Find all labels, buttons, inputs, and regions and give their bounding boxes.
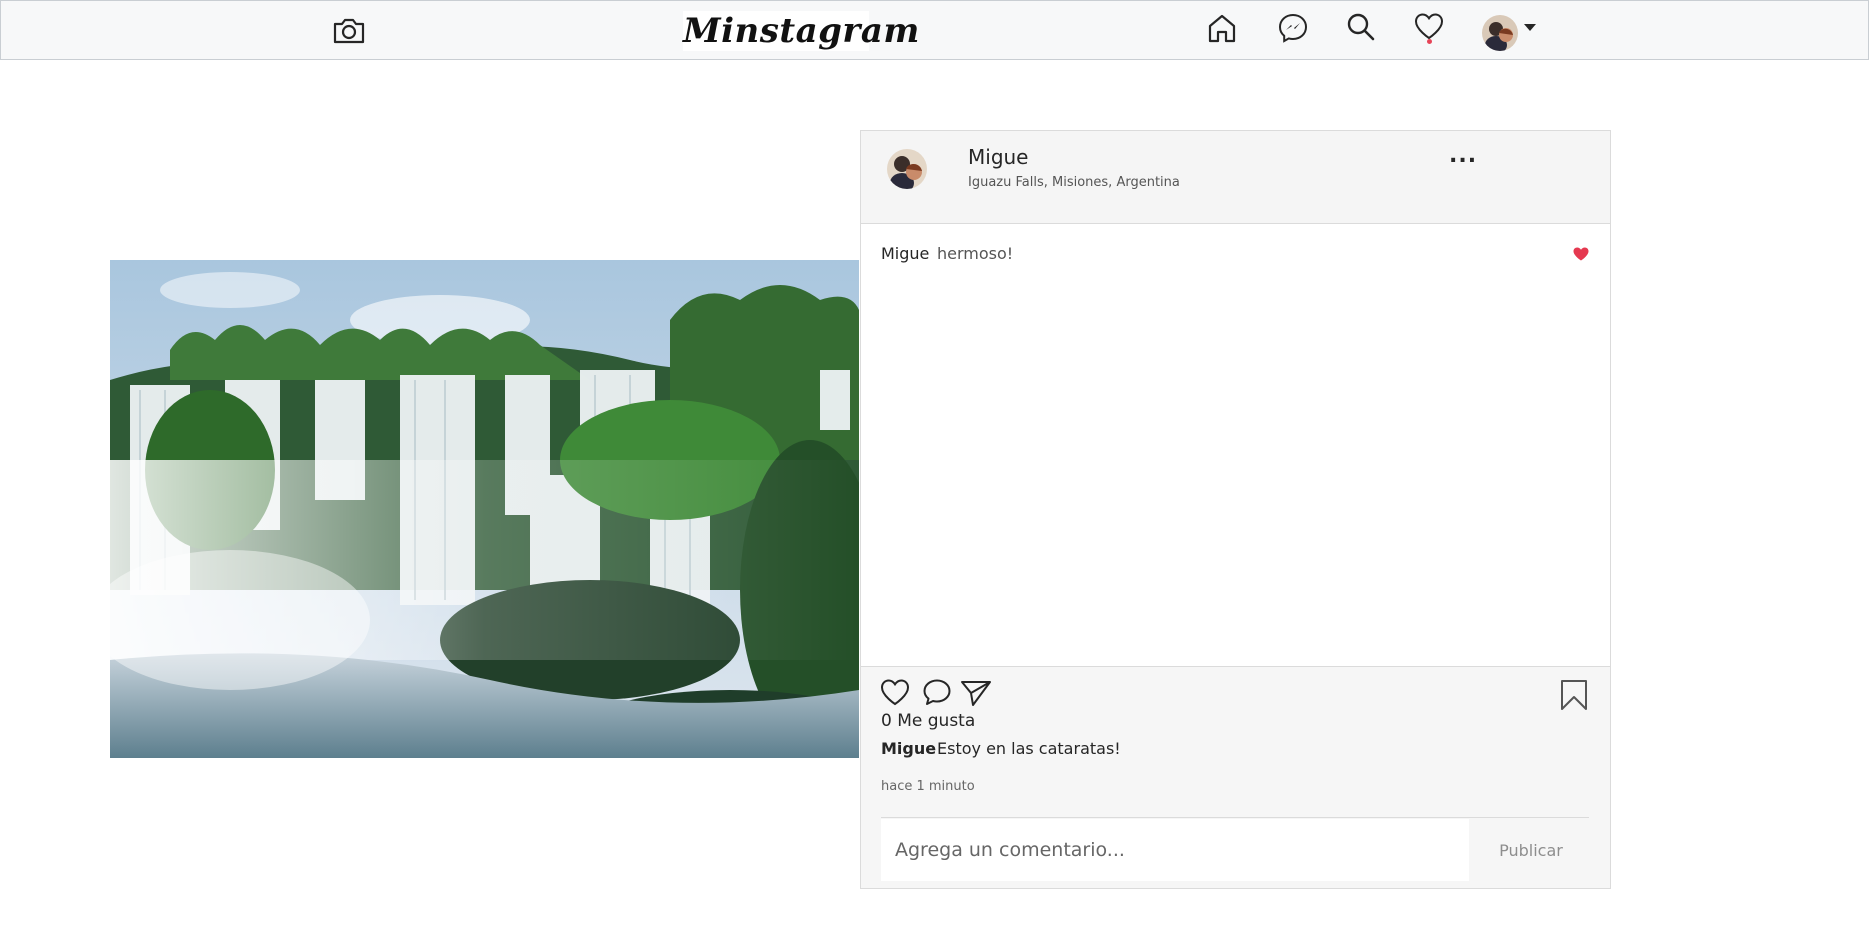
comments-list: Migue hermoso! bbox=[861, 224, 1610, 667]
comment-username[interactable]: Migue bbox=[881, 244, 929, 263]
messenger-icon[interactable] bbox=[1277, 12, 1309, 48]
post-timestamp: hace 1 minuto bbox=[881, 779, 975, 794]
post-detail-panel: Migue Iguazu Falls, Misiones, Argentina … bbox=[860, 130, 1611, 889]
more-options-icon[interactable]: ... bbox=[1449, 143, 1477, 168]
notification-dot bbox=[1427, 39, 1432, 44]
like-heart-icon[interactable] bbox=[880, 678, 910, 710]
top-navbar: Minstagram bbox=[0, 0, 1869, 60]
caption-username[interactable]: Migue bbox=[881, 739, 936, 758]
caption-text: Estoy en las cataratas! bbox=[937, 739, 1121, 758]
home-icon[interactable] bbox=[1207, 13, 1237, 47]
avatar[interactable] bbox=[1482, 15, 1518, 51]
app-logo[interactable]: Minstagram bbox=[683, 11, 919, 51]
post-image[interactable] bbox=[110, 260, 859, 758]
post-location[interactable]: Iguazu Falls, Misiones, Argentina bbox=[968, 175, 1180, 190]
bookmark-icon[interactable] bbox=[1560, 679, 1588, 715]
chevron-down-icon[interactable] bbox=[1524, 24, 1536, 31]
divider bbox=[881, 817, 1589, 818]
post-actions: 0 Me gusta Migue Estoy en las cataratas!… bbox=[861, 667, 1610, 888]
post-username[interactable]: Migue bbox=[968, 145, 1029, 169]
likes-count[interactable]: 0 Me gusta bbox=[881, 711, 975, 731]
post-header: Migue Iguazu Falls, Misiones, Argentina … bbox=[861, 131, 1610, 224]
comment-like-heart-icon[interactable] bbox=[1573, 246, 1589, 265]
search-icon[interactable] bbox=[1346, 12, 1376, 46]
comment-bubble-icon[interactable] bbox=[922, 678, 952, 710]
comment-input[interactable] bbox=[881, 819, 1469, 881]
camera-icon[interactable] bbox=[332, 17, 366, 49]
comment-text: hermoso! bbox=[937, 244, 1014, 263]
share-send-icon[interactable] bbox=[960, 679, 992, 711]
publish-button[interactable]: Publicar bbox=[1481, 833, 1581, 867]
post-author-avatar[interactable] bbox=[887, 149, 927, 189]
